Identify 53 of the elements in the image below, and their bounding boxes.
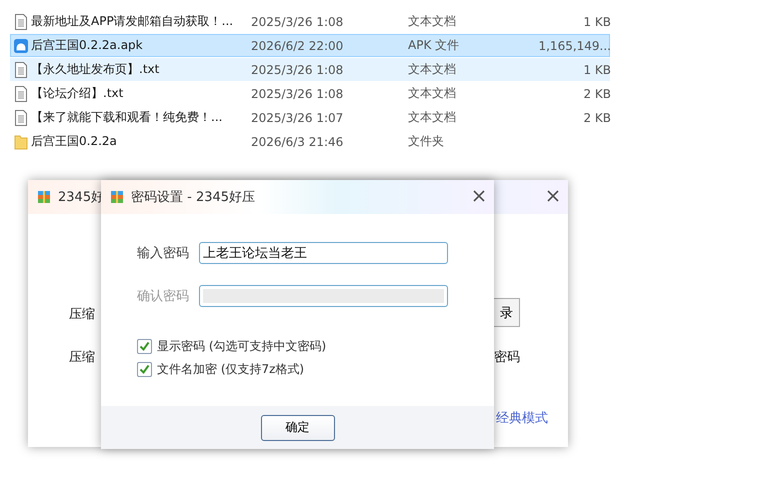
file-name: 【论坛介绍】.txt: [31, 85, 124, 102]
file-size: 1,165,149...: [537, 38, 611, 52]
file-name: 【永久地址发布页】.txt: [31, 61, 160, 78]
document-icon: [14, 62, 28, 78]
close-icon[interactable]: [472, 189, 486, 203]
file-type: 文本文档: [408, 109, 457, 126]
file-type: 文本文档: [408, 61, 457, 78]
option-label: 压缩: [69, 349, 95, 366]
file-date: 2026/6/2 22:00: [251, 38, 344, 52]
file-type: 文本文档: [408, 85, 457, 102]
file-type: 文件夹: [408, 133, 445, 150]
file-row[interactable]: 【论坛介绍】.txt 2025/3/26 1:08 文本文档 2 KB: [10, 82, 610, 105]
field-label: 确认密码: [137, 288, 190, 305]
file-name: 最新地址及APP请发邮箱自动获取！...: [31, 13, 234, 30]
file-row[interactable]: 后宫王国0.2.2a.apk 2026/6/2 22:00 APK 文件 1,165,149...: [10, 34, 610, 57]
classic-mode-link[interactable]: 经典模式: [496, 409, 548, 427]
android-app-icon: [14, 38, 28, 54]
option-checkbox[interactable]: 文件名加密 (仅支持7z格式): [137, 361, 494, 378]
option-checkbox[interactable]: 显示密码 (勾选可支持中文密码): [137, 338, 494, 355]
file-date: 2025/3/26 1:08: [251, 14, 344, 28]
file-date: 2025/3/26 1:08: [251, 62, 344, 76]
file-date: 2026/6/3 21:46: [251, 134, 344, 148]
file-name: 【来了就能下载和观看！纯免费！...: [31, 109, 224, 126]
file-name: 后宫王国0.2.2a.apk: [31, 37, 144, 54]
field-label: 输入密码: [137, 245, 190, 262]
file-type: APK 文件: [408, 37, 460, 54]
file-row[interactable]: 最新地址及APP请发邮箱自动获取！... 2025/3/26 1:08 文本文档 1 KB: [10, 10, 610, 33]
ok-button[interactable]: 确定: [260, 414, 334, 440]
file-name: 后宫王国0.2.2a: [31, 133, 118, 150]
file-date: 2025/3/26 1:07: [251, 110, 344, 124]
folder-icon: [14, 134, 28, 150]
file-size: 2 KB: [582, 110, 611, 124]
document-icon: [14, 110, 28, 126]
option-label: 密码: [494, 349, 520, 366]
file-date: 2025/3/26 1:08: [251, 86, 344, 100]
file-row[interactable]: 后宫王国0.2.2a 2026/6/3 21:46 文件夹: [10, 130, 610, 153]
option-label: 压缩: [69, 306, 95, 323]
file-size: 1 KB: [582, 62, 611, 76]
browse-button[interactable]: 录: [494, 298, 520, 327]
file-row[interactable]: 【来了就能下载和观看！纯免费！... 2025/3/26 1:07 文本文档 2 KB: [10, 106, 610, 129]
document-icon: [14, 86, 28, 102]
archive-icon: [36, 189, 52, 205]
close-icon[interactable]: [546, 189, 560, 203]
password-field[interactable]: 上老王论坛当老王: [199, 242, 448, 264]
document-icon: [14, 14, 28, 30]
checkbox[interactable]: [137, 339, 152, 354]
dialog-title: 密码设置 - 2345好压: [131, 189, 256, 206]
file-type: 文本文档: [408, 13, 457, 30]
file-size: 1 KB: [582, 14, 611, 28]
file-row[interactable]: 【永久地址发布页】.txt 2025/3/26 1:08 文本文档 1 KB: [10, 58, 610, 81]
checkbox[interactable]: [137, 362, 152, 377]
file-size: 2 KB: [582, 86, 611, 100]
archive-icon: [109, 189, 125, 205]
